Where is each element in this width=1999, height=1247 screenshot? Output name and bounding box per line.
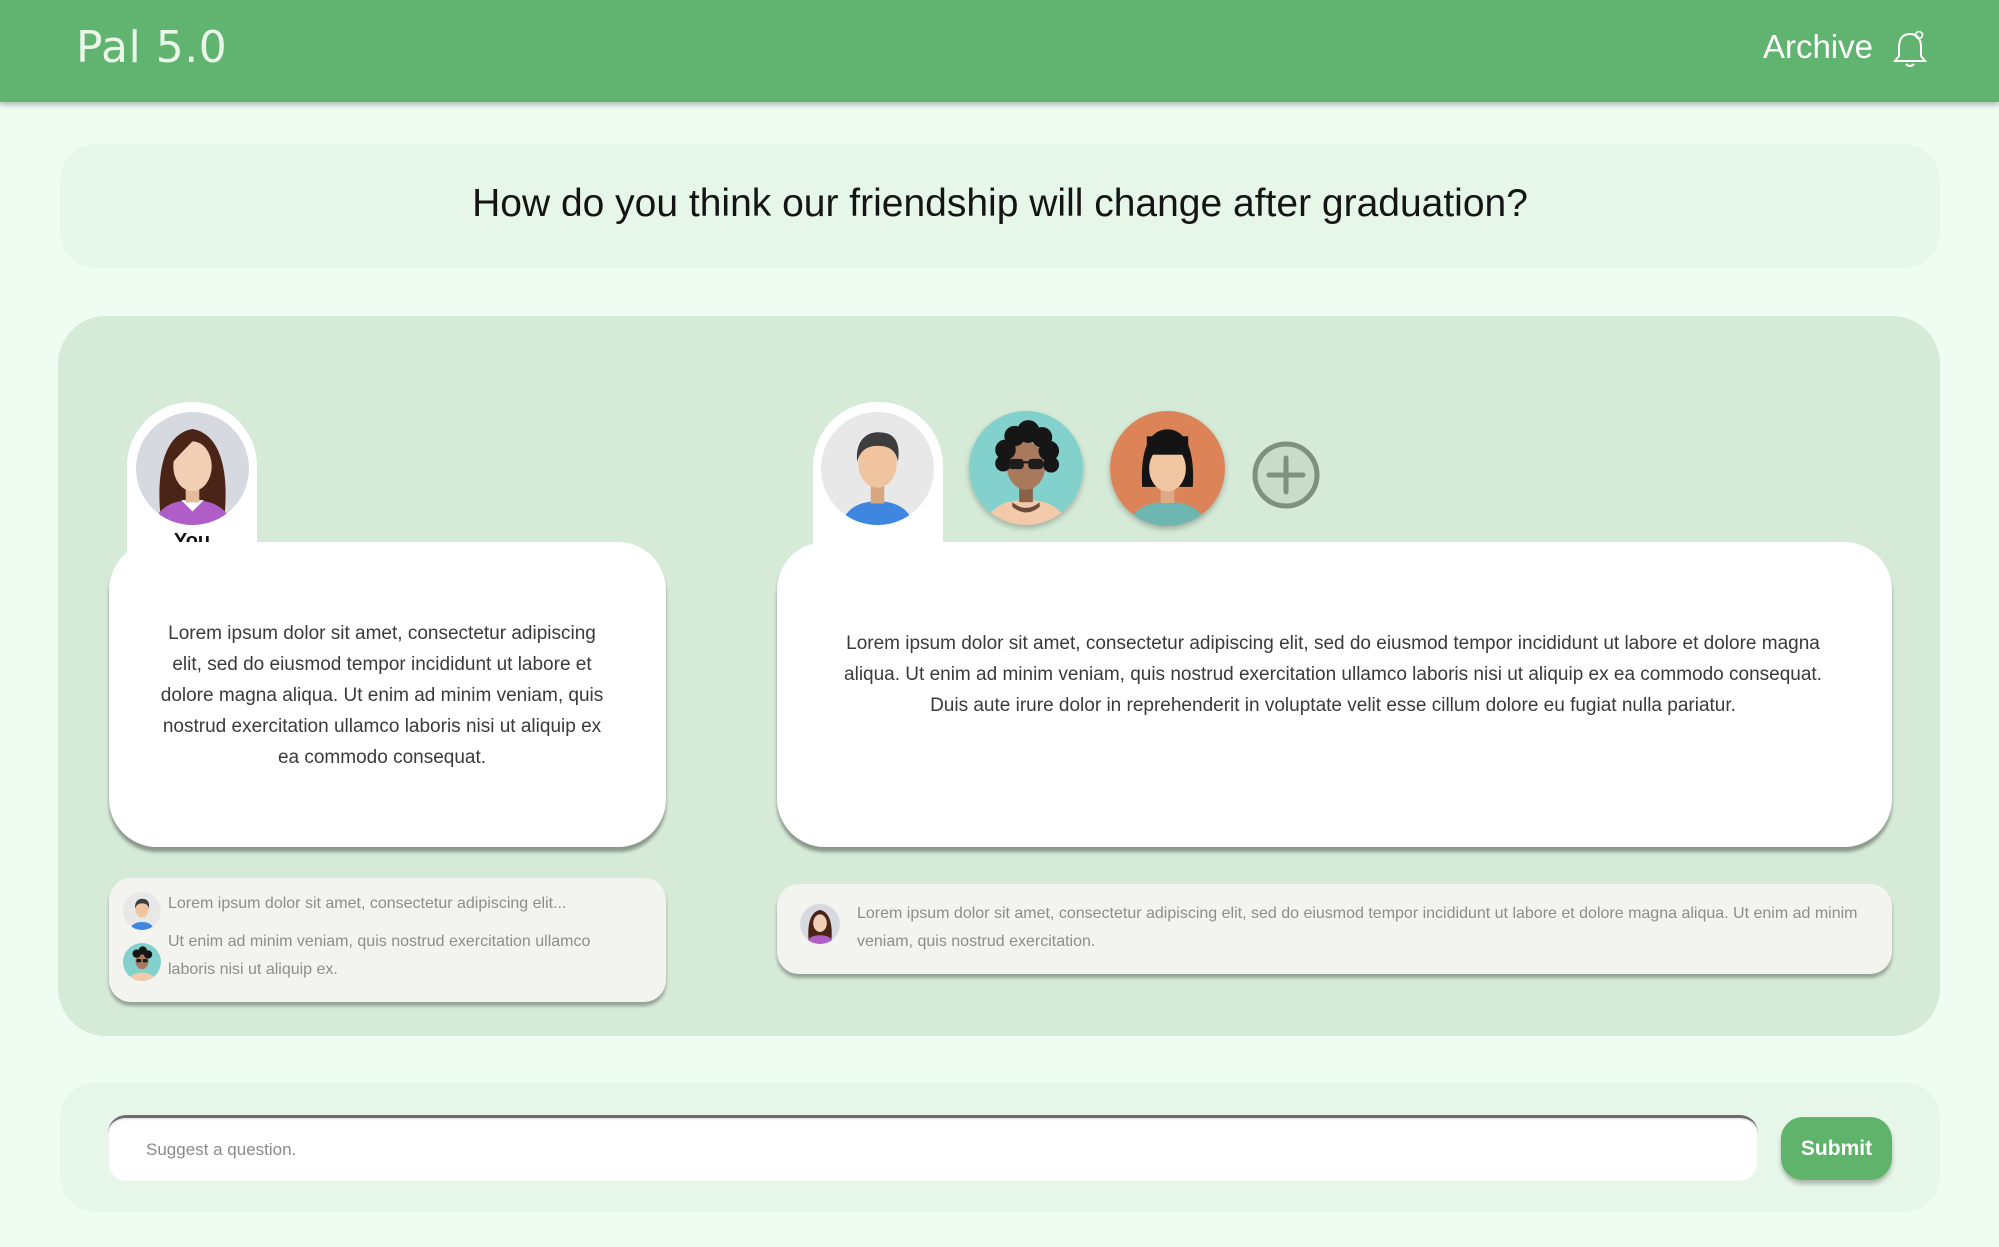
bob-hair-avatar-icon[interactable]: [1110, 411, 1225, 526]
man-avatar-icon: [123, 892, 161, 930]
top-bar: Pal 5.0 Archive: [0, 0, 1999, 102]
app-title[interactable]: Pal 5.0: [76, 22, 227, 73]
submit-button[interactable]: Submit: [1781, 1117, 1892, 1180]
comment-text: Lorem ipsum dolor sit amet, consectetur …: [857, 905, 1858, 950]
archive-link[interactable]: Archive: [1763, 28, 1873, 66]
comment-text: Lorem ipsum dolor sit amet, consectetur …: [168, 895, 567, 912]
man-avatar-icon[interactable]: [821, 412, 934, 525]
bell-icon[interactable]: [1891, 28, 1929, 70]
friend-answer-card: Lorem ipsum dolor sit amet, consectetur …: [777, 542, 1892, 847]
friend-answer-text: Lorem ipsum dolor sit amet, consectetur …: [844, 633, 1822, 716]
your-answer-card: Lorem ipsum dolor sit amet, consectetur …: [109, 542, 666, 847]
comment-text: Ut enim ad minim veniam, quis nostrud ex…: [168, 933, 591, 978]
your-comments-card: Lorem ipsum dolor sit amet, consectetur …: [109, 878, 666, 1002]
curly-sunglasses-avatar-icon[interactable]: [969, 411, 1083, 525]
question-card: How do you think our friendship will cha…: [60, 144, 1940, 268]
friend-comments-card: Lorem ipsum dolor sit amet, consectetur …: [777, 884, 1892, 974]
add-friend-icon[interactable]: [1252, 441, 1320, 509]
suggest-question-input[interactable]: [108, 1115, 1758, 1181]
woman-avatar-icon: [800, 904, 840, 944]
woman-avatar-icon[interactable]: [136, 412, 249, 525]
question-text: How do you think our friendship will cha…: [472, 182, 1528, 225]
your-answer-text: Lorem ipsum dolor sit amet, consectetur …: [160, 623, 604, 768]
curly-sunglasses-avatar-icon: [123, 943, 161, 981]
